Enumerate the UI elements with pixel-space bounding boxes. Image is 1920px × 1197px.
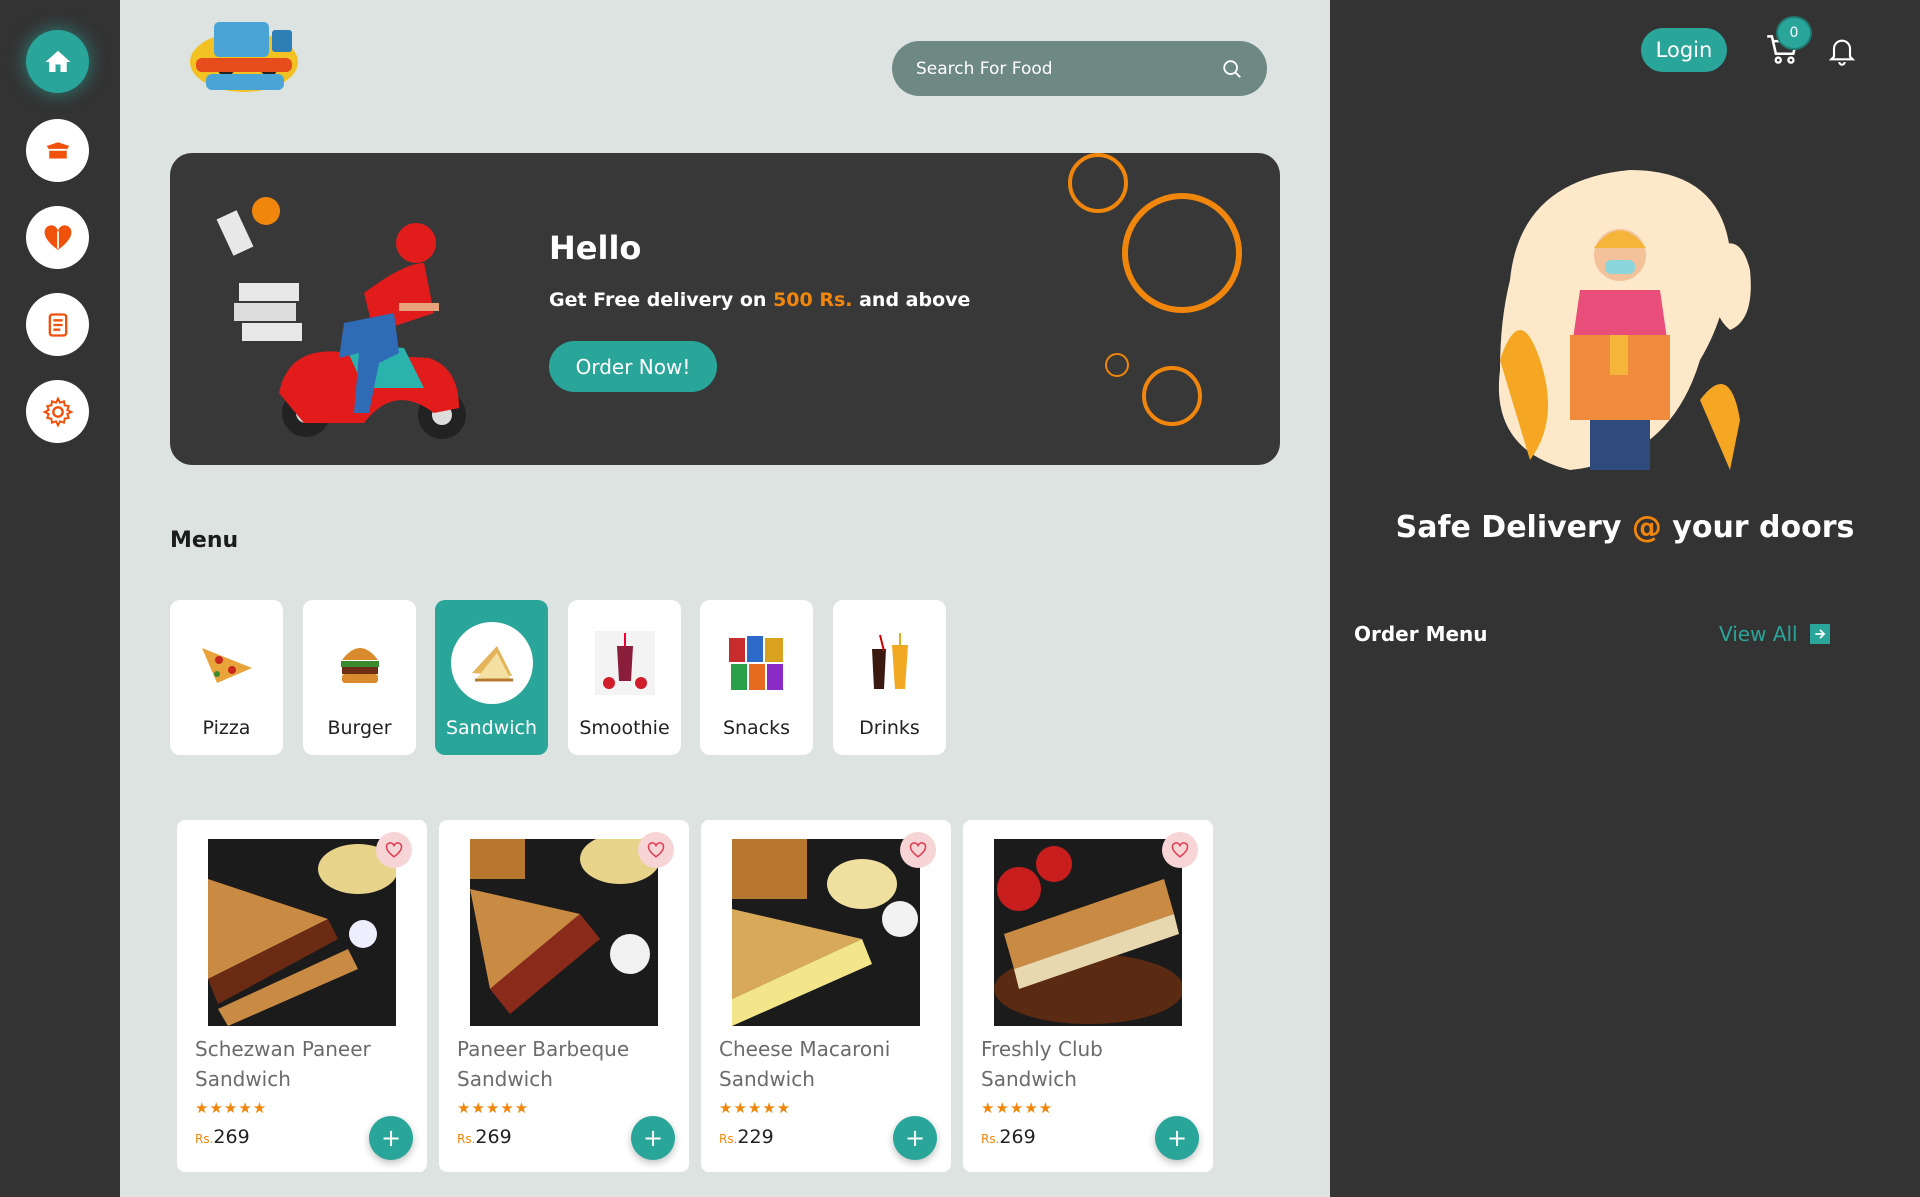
menu-title: Menu: [170, 528, 239, 553]
product-name: Freshly Club Sandwich: [981, 1037, 1103, 1091]
category-label: Pizza: [202, 717, 251, 739]
decor-ring: [1122, 193, 1242, 313]
product-name: Schezwan Paneer Sandwich: [195, 1037, 371, 1091]
plus-icon: +: [1166, 1124, 1188, 1152]
brand-logo[interactable]: [184, 12, 304, 102]
search-input[interactable]: [916, 58, 1221, 79]
category-label: Drinks: [859, 717, 920, 739]
product-card[interactable]: Freshly Club Sandwich ★★★★★ Rs.269 +: [963, 820, 1213, 1172]
product-name: Paneer Barbeque Sandwich: [457, 1037, 630, 1091]
category-drinks[interactable]: Drinks: [833, 600, 946, 755]
snacks-icon: [716, 622, 798, 704]
search-icon[interactable]: [1221, 58, 1243, 80]
product-price: Rs.229: [719, 1126, 774, 1148]
product-card[interactable]: Paneer Barbeque Sandwich ★★★★★ Rs.269 +: [439, 820, 689, 1172]
sidebar-item-history[interactable]: [26, 293, 89, 356]
smoothie-icon: [584, 622, 666, 704]
category-label: Smoothie: [579, 717, 670, 739]
add-to-cart-button[interactable]: +: [631, 1116, 675, 1160]
view-all-link[interactable]: View All: [1719, 622, 1830, 646]
right-panel: Login 0 Safe Delivery @ your doors Order…: [1330, 0, 1920, 1197]
delivery-person-illustration: [1498, 170, 1751, 470]
product-price: Rs.269: [457, 1126, 512, 1148]
plus-icon: +: [904, 1124, 926, 1152]
banner-title: Hello: [549, 229, 642, 267]
document-icon: [48, 312, 67, 337]
cart-count-badge: 0: [1778, 18, 1810, 48]
add-to-cart-button[interactable]: +: [1155, 1116, 1199, 1160]
promo-banner: Hello Get Free delivery on 500 Rs. and a…: [170, 153, 1280, 465]
home-icon: [45, 50, 70, 72]
login-button[interactable]: Login: [1641, 28, 1727, 72]
favorite-toggle[interactable]: [376, 832, 412, 868]
product-image: [994, 839, 1182, 1026]
category-burger[interactable]: Burger: [303, 600, 416, 755]
heart-outline-icon: [385, 842, 403, 858]
product-image: [732, 839, 920, 1026]
plus-icon: +: [642, 1124, 664, 1152]
decor-ring: [1068, 153, 1128, 213]
product-card[interactable]: Schezwan Paneer Sandwich ★★★★★ Rs.269 +: [177, 820, 427, 1172]
product-image: [208, 839, 396, 1026]
tagline: Safe Delivery @ your doors: [1395, 510, 1855, 545]
sidebar-item-orders[interactable]: [26, 119, 89, 182]
heart-outline-icon: [909, 842, 927, 858]
favorite-toggle[interactable]: [900, 832, 936, 868]
add-to-cart-button[interactable]: +: [369, 1116, 413, 1160]
burger-icon: [319, 622, 401, 704]
product-rating: ★★★★★: [981, 1099, 1054, 1117]
pizza-icon: [186, 622, 268, 704]
heart-outline-icon: [1171, 842, 1189, 858]
product-rating: ★★★★★: [719, 1099, 792, 1117]
product-card[interactable]: Cheese Macaroni Sandwich ★★★★★ Rs.229 +: [701, 820, 951, 1172]
sidebar-item-settings[interactable]: [26, 380, 89, 443]
product-price: Rs.269: [981, 1126, 1036, 1148]
category-label: Sandwich: [445, 717, 538, 739]
product-rating: ★★★★★: [195, 1099, 268, 1117]
drinks-icon: [849, 622, 931, 704]
decor-ring: [1142, 366, 1202, 426]
product-price: Rs.269: [195, 1126, 250, 1148]
sidebar: [0, 0, 120, 1197]
decor-ring: [1105, 353, 1129, 377]
gear-icon: [41, 395, 74, 428]
sandwich-icon: [451, 622, 533, 704]
search-bar[interactable]: [892, 41, 1267, 96]
bell-icon[interactable]: [1826, 32, 1858, 68]
product-name: Cheese Macaroni Sandwich: [719, 1037, 891, 1091]
category-sandwich[interactable]: Sandwich: [435, 600, 548, 755]
delivery-scooter-illustration: [216, 197, 466, 439]
heart-outline-icon: [647, 842, 665, 858]
add-to-cart-button[interactable]: +: [893, 1116, 937, 1160]
order-now-button[interactable]: Order Now!: [549, 341, 717, 392]
main-content: Hello Get Free delivery on 500 Rs. and a…: [120, 0, 1330, 1197]
arrow-right-icon: [1809, 624, 1830, 644]
product-image: [470, 839, 658, 1026]
category-pizza[interactable]: Pizza: [170, 600, 283, 755]
favorite-toggle[interactable]: [638, 832, 674, 868]
product-rating: ★★★★★: [457, 1099, 530, 1117]
plus-icon: +: [380, 1124, 402, 1152]
banner-subtitle: Get Free delivery on 500 Rs. and above: [549, 289, 971, 311]
order-menu-title: Order Menu: [1354, 622, 1488, 646]
favorite-toggle[interactable]: [1162, 832, 1198, 868]
category-smoothie[interactable]: Smoothie: [568, 600, 681, 755]
category-snacks[interactable]: Snacks: [700, 600, 813, 755]
sidebar-item-favorites[interactable]: [26, 206, 89, 269]
box-icon: [46, 141, 69, 158]
category-label: Snacks: [722, 717, 791, 739]
sidebar-item-home[interactable]: [26, 30, 89, 93]
heart-icon: [44, 224, 71, 250]
category-label: Burger: [327, 717, 392, 739]
